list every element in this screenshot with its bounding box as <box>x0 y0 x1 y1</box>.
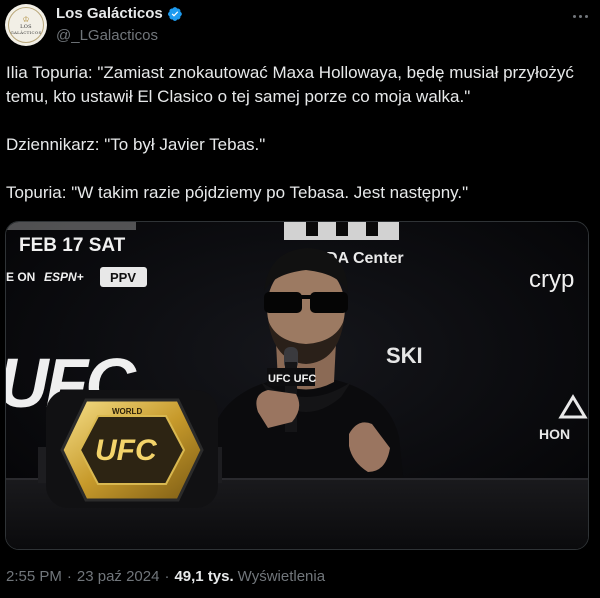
tweet-text: Ilia Topuria: "Zamiast znokautować Maxa … <box>6 61 594 205</box>
tweet-time[interactable]: 2:55 PM <box>6 568 62 585</box>
sponsor-mid: SKI <box>386 343 423 368</box>
tweet-date[interactable]: 23 paź 2024 <box>77 568 160 585</box>
crown-icon: ♔ <box>22 14 30 24</box>
separator-dot: · <box>66 568 72 585</box>
banner-espn: ESPN+ <box>44 270 84 284</box>
banner-live: E ON <box>6 270 35 284</box>
display-name[interactable]: Los Galácticos <box>56 5 163 22</box>
belt-world-text: WORLD <box>112 407 142 416</box>
sponsor-right: cryp <box>529 266 574 293</box>
more-options-icon[interactable] <box>569 6 591 26</box>
honda-logo: HON <box>539 426 570 442</box>
tweet-header: ♔ LOS GALÁCTICOS Los Galácticos @_LGalac… <box>0 0 600 56</box>
tweet-paragraph: Ilia Topuria: "Zamiast znokautować Maxa … <box>6 63 574 106</box>
verified-badge-icon[interactable] <box>167 6 183 22</box>
avatar-text-2: GALÁCTICOS <box>10 29 42 35</box>
banner-date: FEB 17 SAT <box>19 235 126 256</box>
tweet-paragraph: Topuria: "W takim razie pójdziemy po Teb… <box>6 183 469 202</box>
tweet-image[interactable]: FEB 17 SAT E ON ESPN+ PPV DA Center cryp… <box>5 221 589 550</box>
name-row: Los Galácticos <box>56 5 183 22</box>
views-count[interactable]: 49,1 tys. <box>174 568 233 585</box>
belt-ufc-text: UFC <box>95 434 158 467</box>
separator-dot: · <box>164 568 170 585</box>
press-conference-photo: FEB 17 SAT E ON ESPN+ PPV DA Center cryp… <box>6 222 588 549</box>
avatar[interactable]: ♔ LOS GALÁCTICOS <box>5 4 47 46</box>
banner-ppv: PPV <box>110 270 136 285</box>
avatar-logo: ♔ LOS GALÁCTICOS <box>8 7 44 43</box>
handle[interactable]: @_LGalacticos <box>56 27 158 44</box>
views-label: Wyświetlenia <box>237 568 326 585</box>
tweet-paragraph: Dziennikarz: "To był Javier Tebas." <box>6 135 266 154</box>
mic-label: UFC UFC <box>268 373 316 385</box>
tweet: ♔ LOS GALÁCTICOS Los Galácticos @_LGalac… <box>0 0 600 598</box>
tweet-meta: 2:55 PM · 23 paź 2024 · 49,1 tys. Wyświe… <box>6 568 325 585</box>
